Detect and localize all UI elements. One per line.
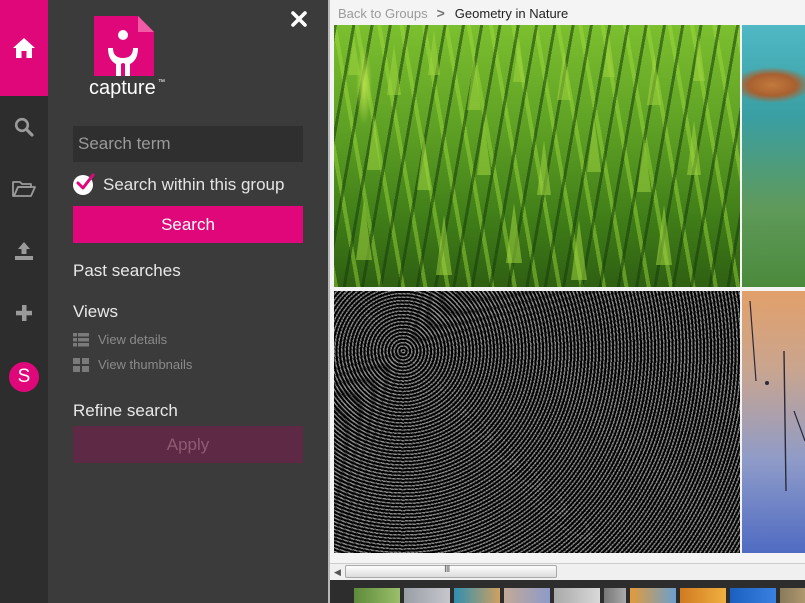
filmstrip-thumb[interactable] xyxy=(554,588,600,603)
groups-nav-button[interactable] xyxy=(0,158,48,220)
search-button[interactable]: Search xyxy=(73,206,303,243)
forest-texture xyxy=(348,30,705,280)
filmstrip-thumb[interactable] xyxy=(454,588,500,603)
photo-conifer-forest[interactable] xyxy=(334,25,740,287)
photo-black-white-pattern[interactable] xyxy=(334,291,740,553)
view-details-option[interactable]: View details xyxy=(73,332,167,347)
filmstrip-thumb[interactable] xyxy=(354,588,400,603)
scroll-left-arrow-icon[interactable]: ◀ xyxy=(334,566,344,578)
search-input[interactable] xyxy=(73,126,303,162)
grid-icon xyxy=(73,357,89,372)
add-nav-button[interactable] xyxy=(0,282,48,344)
breadcrumb: Back to Groups > Geometry in Nature xyxy=(338,4,568,22)
reeds-texture xyxy=(749,300,805,492)
icon-rail: S xyxy=(0,0,48,603)
main-content: Back to Groups > Geometry in Nature ◀ II… xyxy=(328,0,805,603)
photo-sunset-reeds[interactable] xyxy=(742,291,805,553)
avatar: S xyxy=(9,362,39,392)
close-panel-button[interactable] xyxy=(290,10,308,28)
views-heading: Views xyxy=(73,302,119,321)
folder-open-icon xyxy=(12,181,36,197)
view-thumbnails-option[interactable]: View thumbnails xyxy=(73,357,192,372)
breadcrumb-current: Geometry in Nature xyxy=(454,5,569,21)
plus-icon xyxy=(16,305,32,321)
search-nav-button[interactable] xyxy=(0,96,48,158)
filmstrip-thumb[interactable] xyxy=(680,588,726,603)
chevron-right-icon: > xyxy=(436,5,445,21)
logo-text: capture xyxy=(89,77,156,99)
filmstrip-thumb[interactable] xyxy=(604,588,626,603)
search-icon xyxy=(14,117,34,137)
search-within-checkbox[interactable] xyxy=(73,173,95,195)
filmstrip-thumb[interactable] xyxy=(730,588,776,603)
thumbnail-filmstrip xyxy=(330,580,805,603)
home-button[interactable] xyxy=(0,0,48,96)
list-icon xyxy=(73,332,89,346)
filmstrip-thumb[interactable] xyxy=(780,588,805,603)
upload-icon xyxy=(15,242,33,260)
close-icon xyxy=(291,11,307,27)
upload-nav-button[interactable] xyxy=(0,220,48,282)
filmstrip-thumb[interactable] xyxy=(404,588,450,603)
user-menu-button[interactable]: S xyxy=(0,346,48,408)
refine-search-heading: Refine search xyxy=(73,401,178,420)
search-within-group-toggle[interactable]: Search within this group xyxy=(73,172,284,198)
home-icon xyxy=(13,38,35,58)
filmstrip-thumb[interactable] xyxy=(504,588,550,603)
photo-turquoise-lake[interactable] xyxy=(742,25,805,287)
search-within-label: Search within this group xyxy=(103,175,285,194)
filmstrip-thumb[interactable] xyxy=(630,588,676,603)
horizontal-scrollbar[interactable]: ◀ III xyxy=(330,563,805,580)
scrollbar-thumb[interactable]: III xyxy=(345,564,557,578)
checkmark-icon xyxy=(76,173,95,190)
search-panel: capture ™ Search within this group Searc… xyxy=(48,0,328,603)
apply-button[interactable]: Apply xyxy=(73,426,303,463)
view-details-label: View details xyxy=(98,332,168,347)
capture-logo: capture ™ xyxy=(89,16,165,99)
past-searches-heading[interactable]: Past searches xyxy=(73,261,181,281)
back-to-groups-link[interactable]: Back to Groups xyxy=(338,6,428,21)
scrollbar-grip: III xyxy=(444,564,450,575)
view-thumbnails-label: View thumbnails xyxy=(98,357,193,372)
logo-trademark: ™ xyxy=(158,79,165,86)
